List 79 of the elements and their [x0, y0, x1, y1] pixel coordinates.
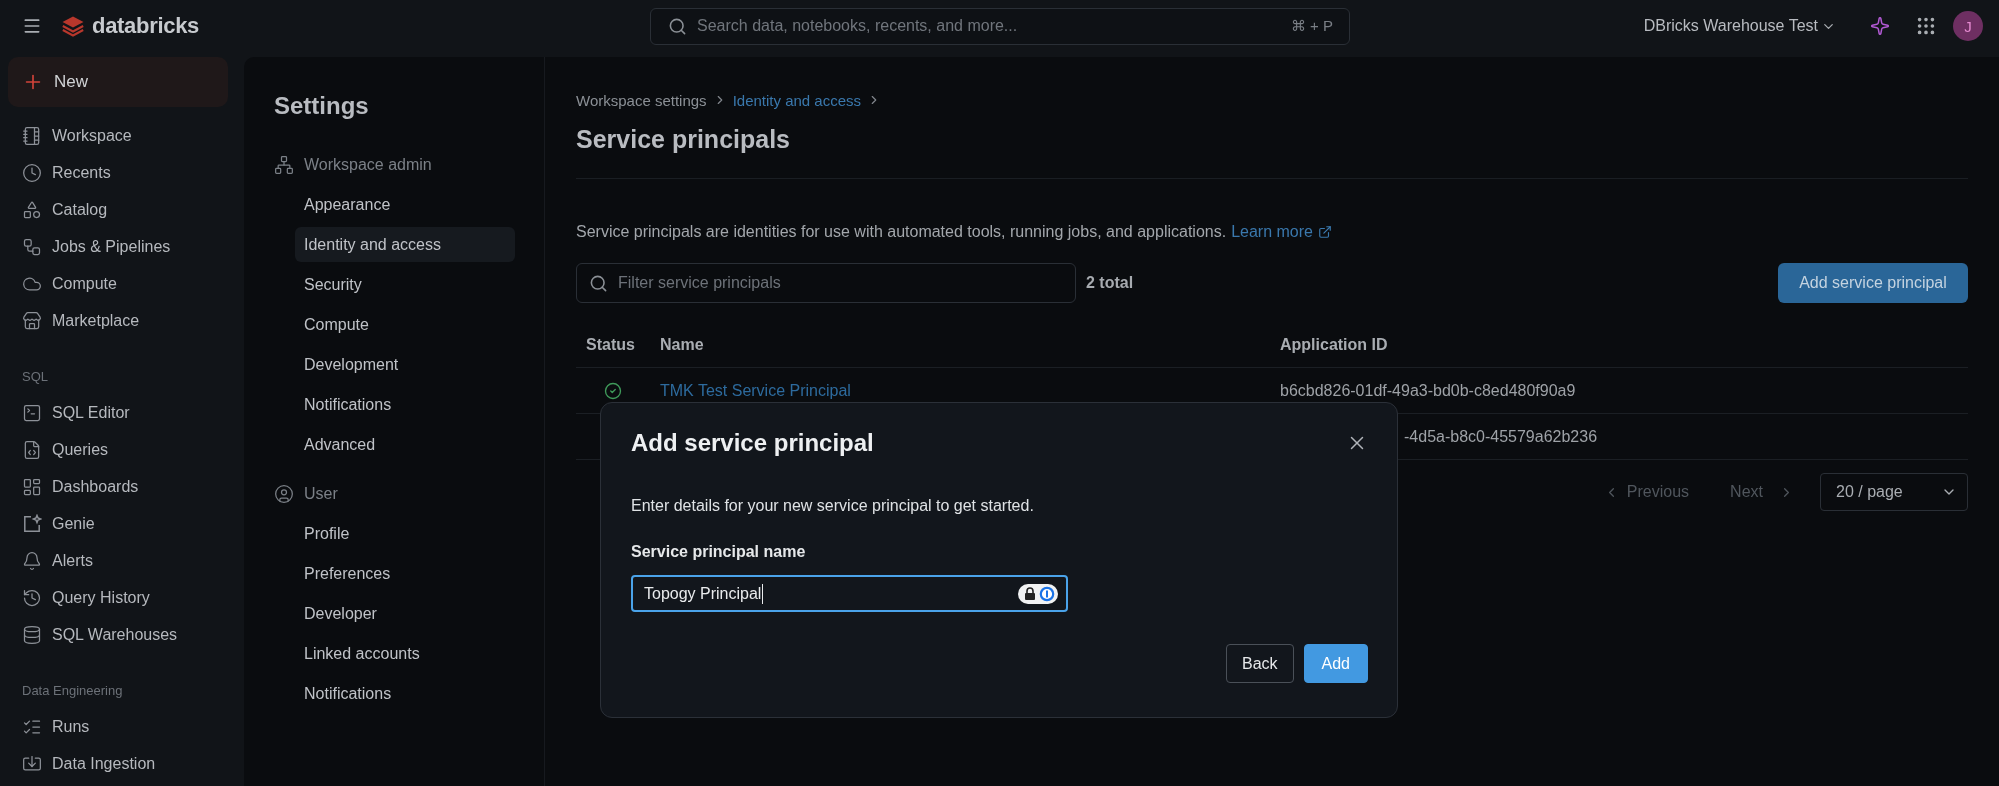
- breadcrumb-link[interactable]: Identity and access: [732, 91, 862, 109]
- sidebar-item[interactable]: SQL Warehouses: [8, 616, 228, 653]
- shapes-icon: [22, 199, 42, 220]
- section-heading: Workspace admin: [304, 155, 432, 174]
- sidebar-item[interactable]: Runs: [8, 708, 228, 745]
- description-text: Service principals are identities for use with automated tools, running jobs, and applications. Learn more: [576, 221, 1968, 243]
- sidebar-item[interactable]: Compute: [8, 265, 228, 302]
- sidebar-item[interactable]: Catalog: [8, 191, 228, 228]
- user-circle-icon: [274, 483, 294, 504]
- column-header: Name: [659, 336, 704, 354]
- sidebar-item[interactable]: Alerts: [8, 542, 228, 579]
- settings-nav-item[interactable]: Notifications: [295, 387, 515, 422]
- workspace-switcher[interactable]: DBricks Warehouse Test: [1643, 17, 1836, 35]
- sidebar-item[interactable]: Data Ingestion: [8, 745, 228, 782]
- new-button[interactable]: New: [8, 57, 228, 107]
- page-size-select[interactable]: 20 / page: [1820, 473, 1968, 511]
- settings-nav-item[interactable]: Preferences: [295, 556, 515, 591]
- settings-nav-item[interactable]: Identity and access: [295, 227, 515, 262]
- user-avatar[interactable]: J: [1953, 11, 1983, 41]
- org-chart-icon: [274, 154, 294, 175]
- sidebar-item[interactable]: Query History: [8, 579, 228, 616]
- settings-nav-item[interactable]: Compute: [295, 307, 515, 342]
- section-heading: SQL: [21, 367, 49, 386]
- dialog-description: Enter details for your new service principal to get started.: [631, 496, 1035, 516]
- bell-icon: [22, 550, 42, 571]
- column-header: Status: [585, 336, 635, 354]
- sidebar-item[interactable]: Recents: [8, 154, 228, 191]
- password-manager-icon[interactable]: [1018, 583, 1058, 604]
- back-button[interactable]: Back: [1225, 644, 1294, 683]
- sparkle-icon[interactable]: [1870, 16, 1890, 36]
- dialog-title: Add service principal: [631, 428, 874, 458]
- sidebar-item[interactable]: Genie: [8, 505, 228, 542]
- name-input-field[interactable]: Topogy Principal: [631, 575, 1068, 612]
- search-field[interactable]: Search data, notebooks, recents, and more... ⌘ + P: [650, 7, 1350, 45]
- store-icon: [22, 310, 42, 331]
- table-cell: -4d5a-b8c0-45579a62b236: [1404, 427, 1598, 446]
- notebook-icon: [22, 125, 42, 146]
- sidebar-item[interactable]: SQL Editor: [8, 394, 228, 431]
- sparkle-frame-icon: [22, 513, 42, 534]
- page-title: Service principals: [576, 124, 791, 155]
- stacked-layers-logo-icon: [62, 15, 84, 37]
- terminal-icon: [22, 402, 42, 423]
- clock-icon: [22, 162, 42, 183]
- table-cell: b6cbd826-01df-49a3-bd0b-c8ed480f90a9: [1280, 381, 1576, 400]
- file-code-icon: [22, 439, 42, 460]
- sidebar-item[interactable]: Dashboards: [8, 468, 228, 505]
- dashboard-icon: [22, 476, 42, 497]
- search-icon: [589, 273, 608, 293]
- settings-nav-item[interactable]: Linked accounts: [295, 636, 515, 671]
- column-header: Application ID: [1279, 336, 1388, 354]
- external-link-icon: [1317, 225, 1332, 239]
- apps-grid-icon[interactable]: [1915, 15, 1937, 37]
- search-icon: [668, 16, 687, 36]
- section-heading: User: [304, 484, 338, 503]
- section-heading: Data Engineering: [21, 681, 124, 700]
- sidebar-item[interactable]: Workspace: [8, 117, 228, 154]
- workflow-icon: [22, 236, 42, 257]
- settings-nav-item[interactable]: Advanced: [295, 427, 515, 462]
- settings-nav-item[interactable]: Notifications: [295, 676, 515, 711]
- settings-nav-item[interactable]: Appearance: [295, 187, 515, 222]
- menu-icon[interactable]: [22, 16, 42, 36]
- settings-nav-item[interactable]: Profile: [295, 516, 515, 551]
- learn-more-link[interactable]: Learn more: [1231, 221, 1332, 243]
- home-logo-link[interactable]: databricks: [62, 13, 200, 39]
- filter-search-field[interactable]: Filter service principals: [576, 263, 1076, 303]
- sidebar-item[interactable]: Marketplace: [8, 302, 228, 339]
- field-label: Service principal name: [631, 542, 807, 562]
- database-icon: [22, 624, 42, 645]
- sidebar-item[interactable]: Jobs & Pipelines: [8, 228, 228, 265]
- settings-title: Settings: [274, 91, 370, 121]
- settings-nav-item[interactable]: Development: [295, 347, 515, 382]
- breadcrumb-link[interactable]: Workspace settings: [576, 91, 707, 109]
- shortcut-hint: ⌘ + P: [1290, 17, 1333, 35]
- add-service-principal-button[interactable]: Add service principal: [1778, 263, 1968, 303]
- total-count: 2 total: [1086, 274, 1134, 292]
- settings-nav-item[interactable]: Security: [295, 267, 515, 302]
- settings-nav-item[interactable]: Developer: [295, 596, 515, 631]
- sidebar-item[interactable]: Queries: [8, 431, 228, 468]
- history-icon: [22, 587, 42, 608]
